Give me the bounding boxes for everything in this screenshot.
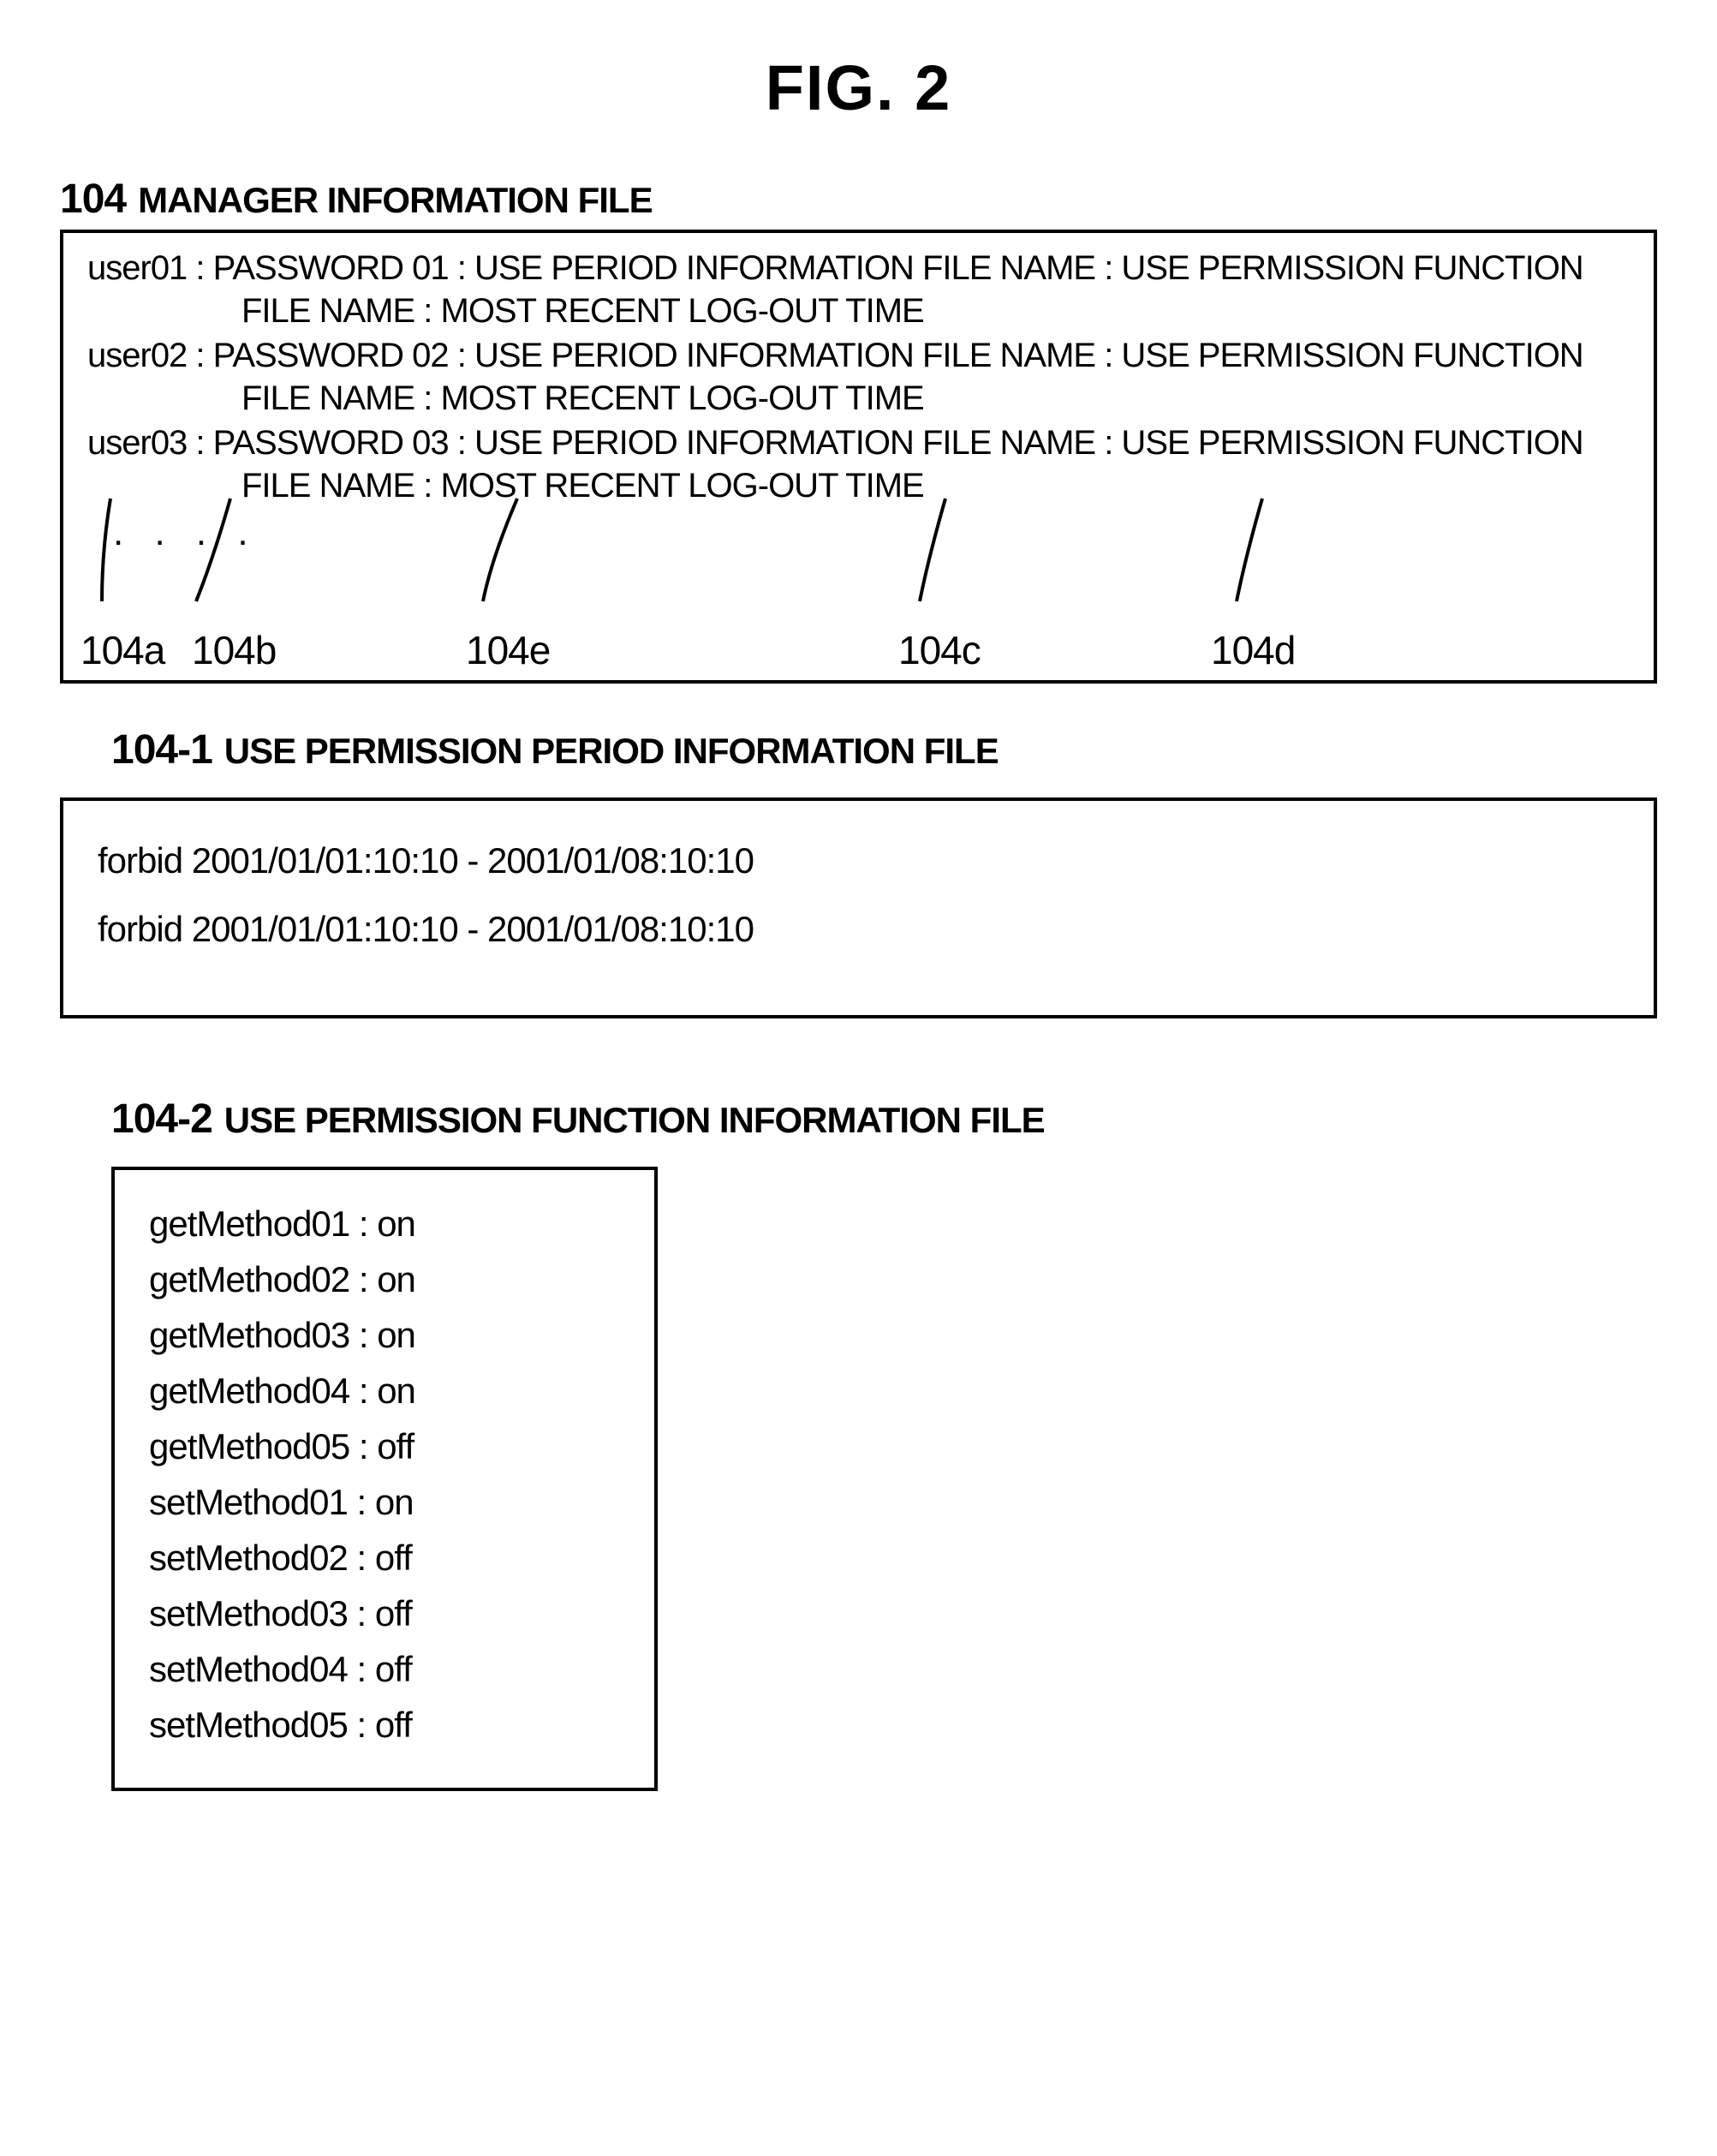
period-line: forbid 2001/01/01:10:10 - 2001/01/08:10:… xyxy=(98,827,1619,895)
method-line: getMethod05 : off xyxy=(149,1418,629,1474)
ref-104d: 104d xyxy=(1211,626,1295,676)
user-entry: user03 : PASSWORD 03 : USE PERIOD INFORM… xyxy=(87,421,1630,507)
method-line: setMethod04 : off xyxy=(149,1641,629,1697)
section-104-title: MANAGER INFORMATION FILE xyxy=(138,180,653,220)
ref-104c: 104c xyxy=(898,626,981,676)
user-entry: user02 : PASSWORD 02 : USE PERIOD INFORM… xyxy=(87,334,1630,420)
section-1042-num: 104-2 xyxy=(111,1096,212,1142)
entry-line1: user03 : PASSWORD 03 : USE PERIOD INFORM… xyxy=(87,421,1630,464)
method-line: setMethod01 : on xyxy=(149,1474,629,1530)
section-1041-num: 104-1 xyxy=(111,727,212,773)
method-line: getMethod04 : on xyxy=(149,1363,629,1418)
use-permission-period-box: forbid 2001/01/01:10:10 - 2001/01/08:10:… xyxy=(60,797,1657,1018)
ref-104e: 104e xyxy=(466,626,550,676)
section-1042-label: 104-2 USE PERMISSION FUNCTION INFORMATION… xyxy=(111,1096,1657,1143)
user-entry: user01 : PASSWORD 01 : USE PERIOD INFORM… xyxy=(87,247,1630,332)
ref-104a: 104a xyxy=(80,626,164,676)
method-line: getMethod03 : on xyxy=(149,1307,629,1363)
entry-line1: user02 : PASSWORD 02 : USE PERIOD INFORM… xyxy=(87,334,1630,377)
section-1042-title: USE PERMISSION FUNCTION INFORMATION FILE xyxy=(224,1100,1045,1140)
entry-line1: user01 : PASSWORD 01 : USE PERIOD INFORM… xyxy=(87,247,1630,290)
manager-info-file-box: user01 : PASSWORD 01 : USE PERIOD INFORM… xyxy=(60,230,1657,684)
figure-title: FIG. 2 xyxy=(60,51,1657,124)
section-104-num: 104 xyxy=(60,176,126,222)
method-line: getMethod01 : on xyxy=(149,1196,629,1251)
ref-104b: 104b xyxy=(192,626,276,676)
entry-line2: FILE NAME : MOST RECENT LOG-OUT TIME xyxy=(87,290,1630,332)
period-line: forbid 2001/01/01:10:10 - 2001/01/08:10:… xyxy=(98,895,1619,964)
entry-line2: FILE NAME : MOST RECENT LOG-OUT TIME xyxy=(87,377,1630,420)
method-line: setMethod02 : off xyxy=(149,1530,629,1586)
method-line: setMethod05 : off xyxy=(149,1697,629,1753)
method-line: getMethod02 : on xyxy=(149,1251,629,1307)
entry-line2: FILE NAME : MOST RECENT LOG-OUT TIME xyxy=(87,464,1630,507)
section-1041-title: USE PERMISSION PERIOD INFORMATION FILE xyxy=(224,731,999,771)
use-permission-function-box: getMethod01 : on getMethod02 : on getMet… xyxy=(111,1167,658,1791)
ellipsis: . . . . xyxy=(87,509,1630,556)
section-104-label: 104 MANAGER INFORMATION FILE xyxy=(60,176,1657,223)
section-1041-label: 104-1 USE PERMISSION PERIOD INFORMATION F… xyxy=(111,726,1657,773)
method-line: setMethod03 : off xyxy=(149,1586,629,1641)
